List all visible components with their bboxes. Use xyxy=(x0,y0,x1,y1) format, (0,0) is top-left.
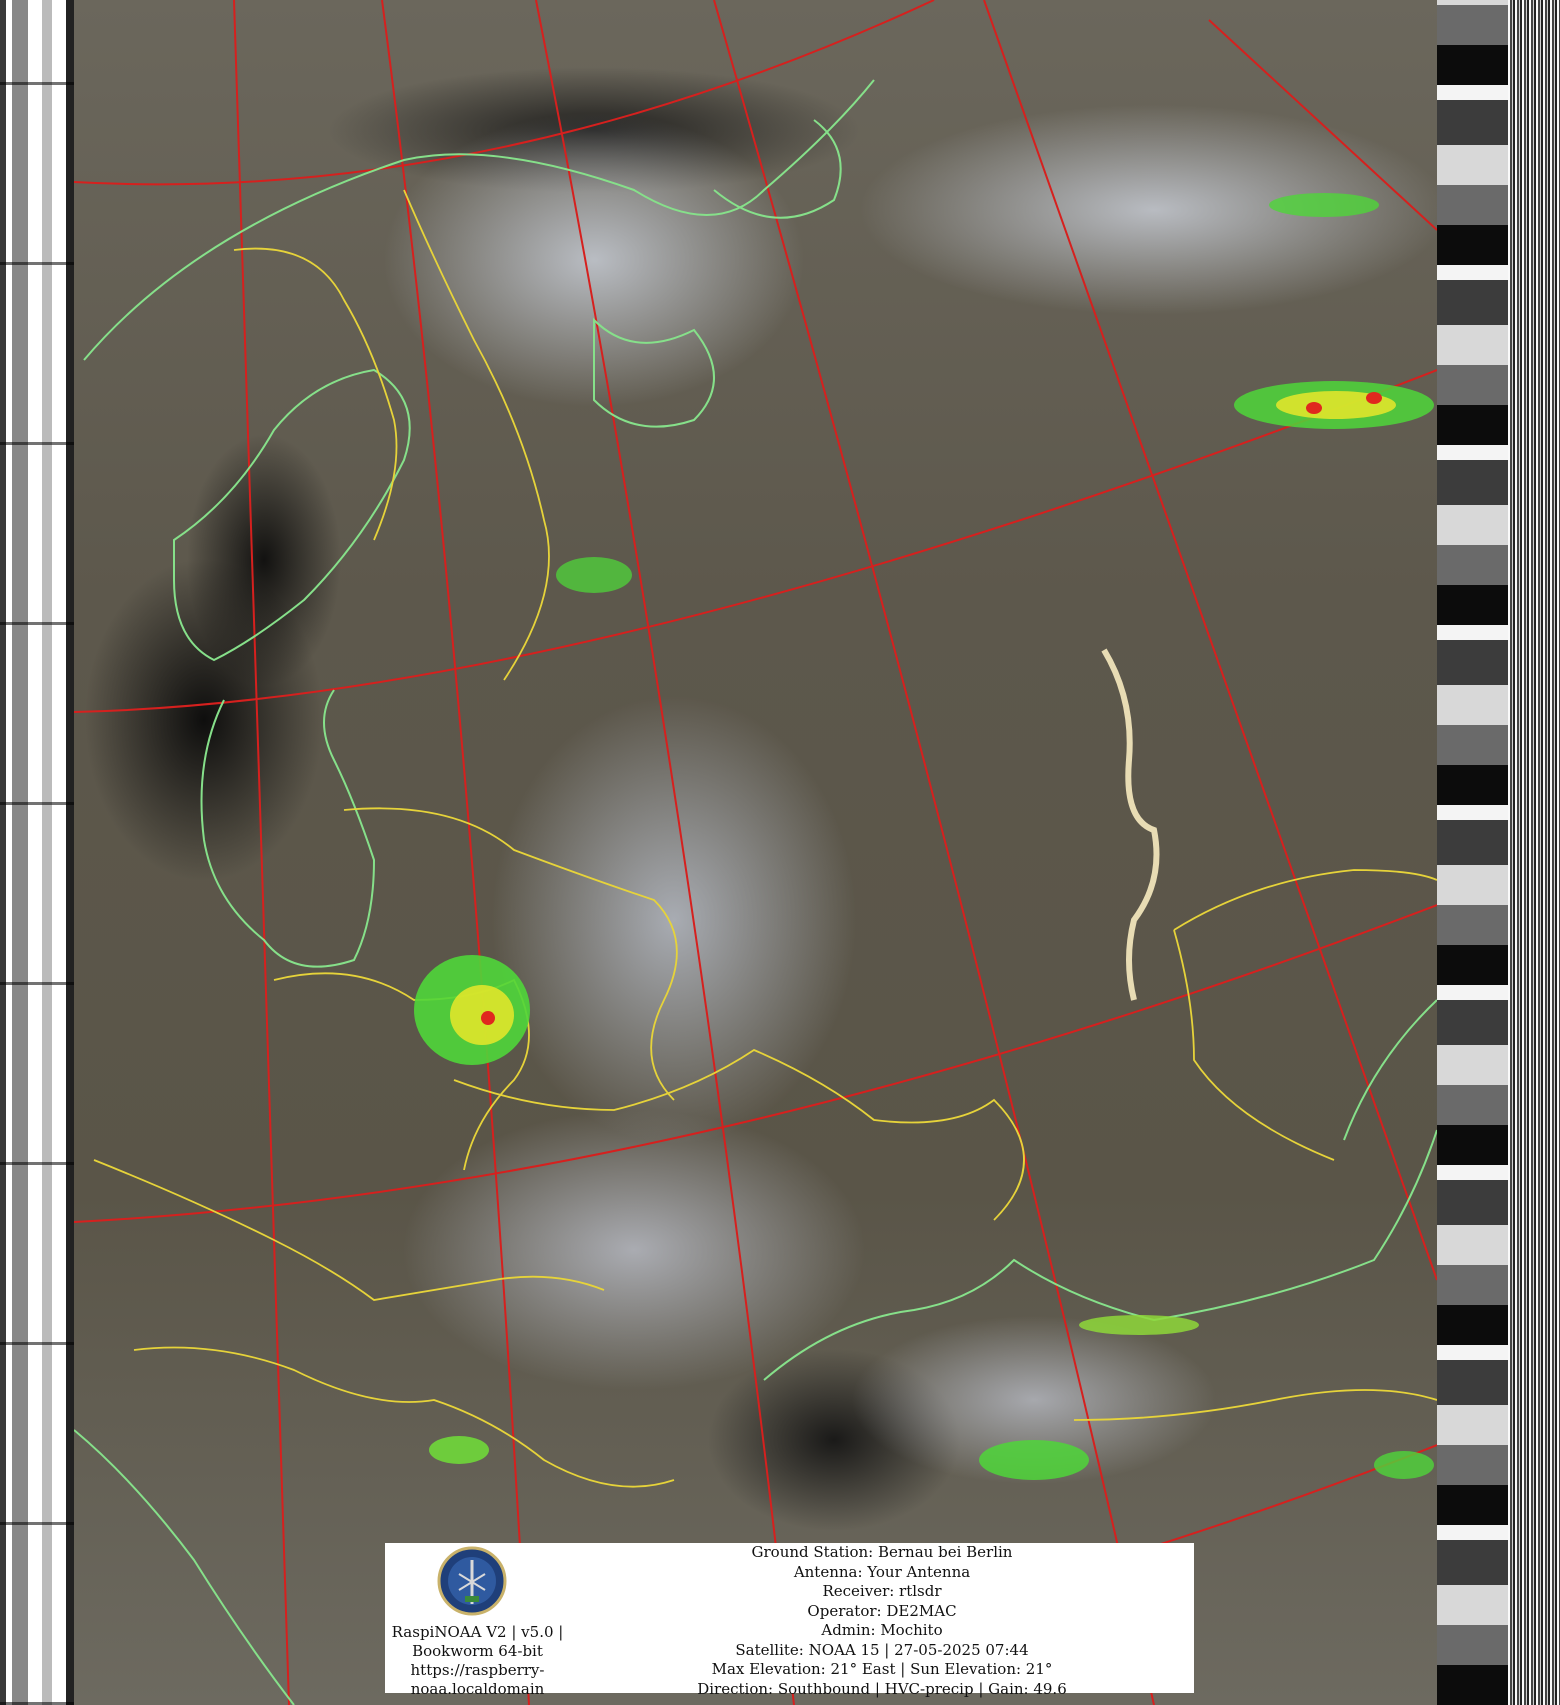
border xyxy=(93,1159,605,1301)
pass-info-panel: RaspiNOAA V2 | v5.0 | Bookworm 64-bit ht… xyxy=(385,1543,1194,1698)
longitude-line xyxy=(233,0,290,1705)
site-url-line-2: noaa.localdomain xyxy=(410,1680,545,1698)
coastline xyxy=(1343,999,1437,1141)
coastlines xyxy=(74,79,1437,1705)
border xyxy=(343,807,678,1101)
precipitation-area xyxy=(1306,402,1322,414)
border xyxy=(453,1048,1025,1221)
ground-station: Ground Station: Bernau bei Berlin xyxy=(751,1543,1013,1561)
site-url-line-1: https://raspberry- xyxy=(410,1661,545,1679)
map-overlay xyxy=(74,0,1437,1705)
precipitation-area xyxy=(1374,1451,1434,1479)
precipitation-area xyxy=(481,1011,495,1025)
longitude-lines xyxy=(233,0,1437,1705)
satellite-station-logo-icon xyxy=(437,1546,507,1616)
precipitation-area xyxy=(1269,193,1379,217)
coastline xyxy=(763,1129,1437,1381)
border xyxy=(133,1346,675,1488)
coastline xyxy=(713,119,842,219)
coastline xyxy=(83,79,875,361)
border xyxy=(403,189,550,681)
longitude-line xyxy=(535,0,795,1705)
border xyxy=(233,247,398,541)
software-info: RaspiNOAA V2 | v5.0 | Bookworm 64-bit ht… xyxy=(385,1623,570,1699)
admin: Admin: Mochito xyxy=(821,1621,943,1639)
satellite: Satellite: NOAA 15 | 27-05-2025 07:44 xyxy=(735,1640,1029,1659)
border xyxy=(1073,1389,1437,1421)
precipitation-area xyxy=(1366,392,1382,404)
os-version: Bookworm 64-bit xyxy=(412,1642,543,1660)
elevation: Max Elevation: 21° East | Sun Elevation:… xyxy=(711,1660,1053,1678)
latitude-lines xyxy=(74,0,1437,1566)
precipitation-area xyxy=(556,557,632,593)
coastline xyxy=(200,689,376,968)
river-streak xyxy=(1101,648,1160,1001)
precipitation-area xyxy=(1079,1315,1199,1335)
left-sync-strip xyxy=(0,0,74,1705)
software-version: RaspiNOAA V2 | v5.0 | xyxy=(391,1623,564,1641)
receiver: Receiver: rtlsdr xyxy=(822,1582,942,1600)
operator: Operator: DE2MAC xyxy=(807,1601,957,1620)
right-sync-strip xyxy=(1437,0,1560,1705)
precipitation-area xyxy=(979,1440,1089,1480)
precipitation-area xyxy=(429,1436,489,1464)
border xyxy=(1173,929,1335,1161)
latitude-line xyxy=(74,904,1437,1223)
latitude-line xyxy=(74,369,1437,713)
coastline xyxy=(74,1429,295,1705)
coastline xyxy=(173,368,411,662)
satellite-image xyxy=(74,0,1437,1705)
pass-details: Ground Station: Bernau bei Berlin Antenn… xyxy=(570,1543,1194,1699)
antenna: Antenna: Your Antenna xyxy=(793,1562,971,1581)
borders xyxy=(93,189,1437,1488)
direction: Direction: Southbound | HVC-precip | Gai… xyxy=(697,1679,1067,1698)
longitude-line xyxy=(713,0,1155,1705)
